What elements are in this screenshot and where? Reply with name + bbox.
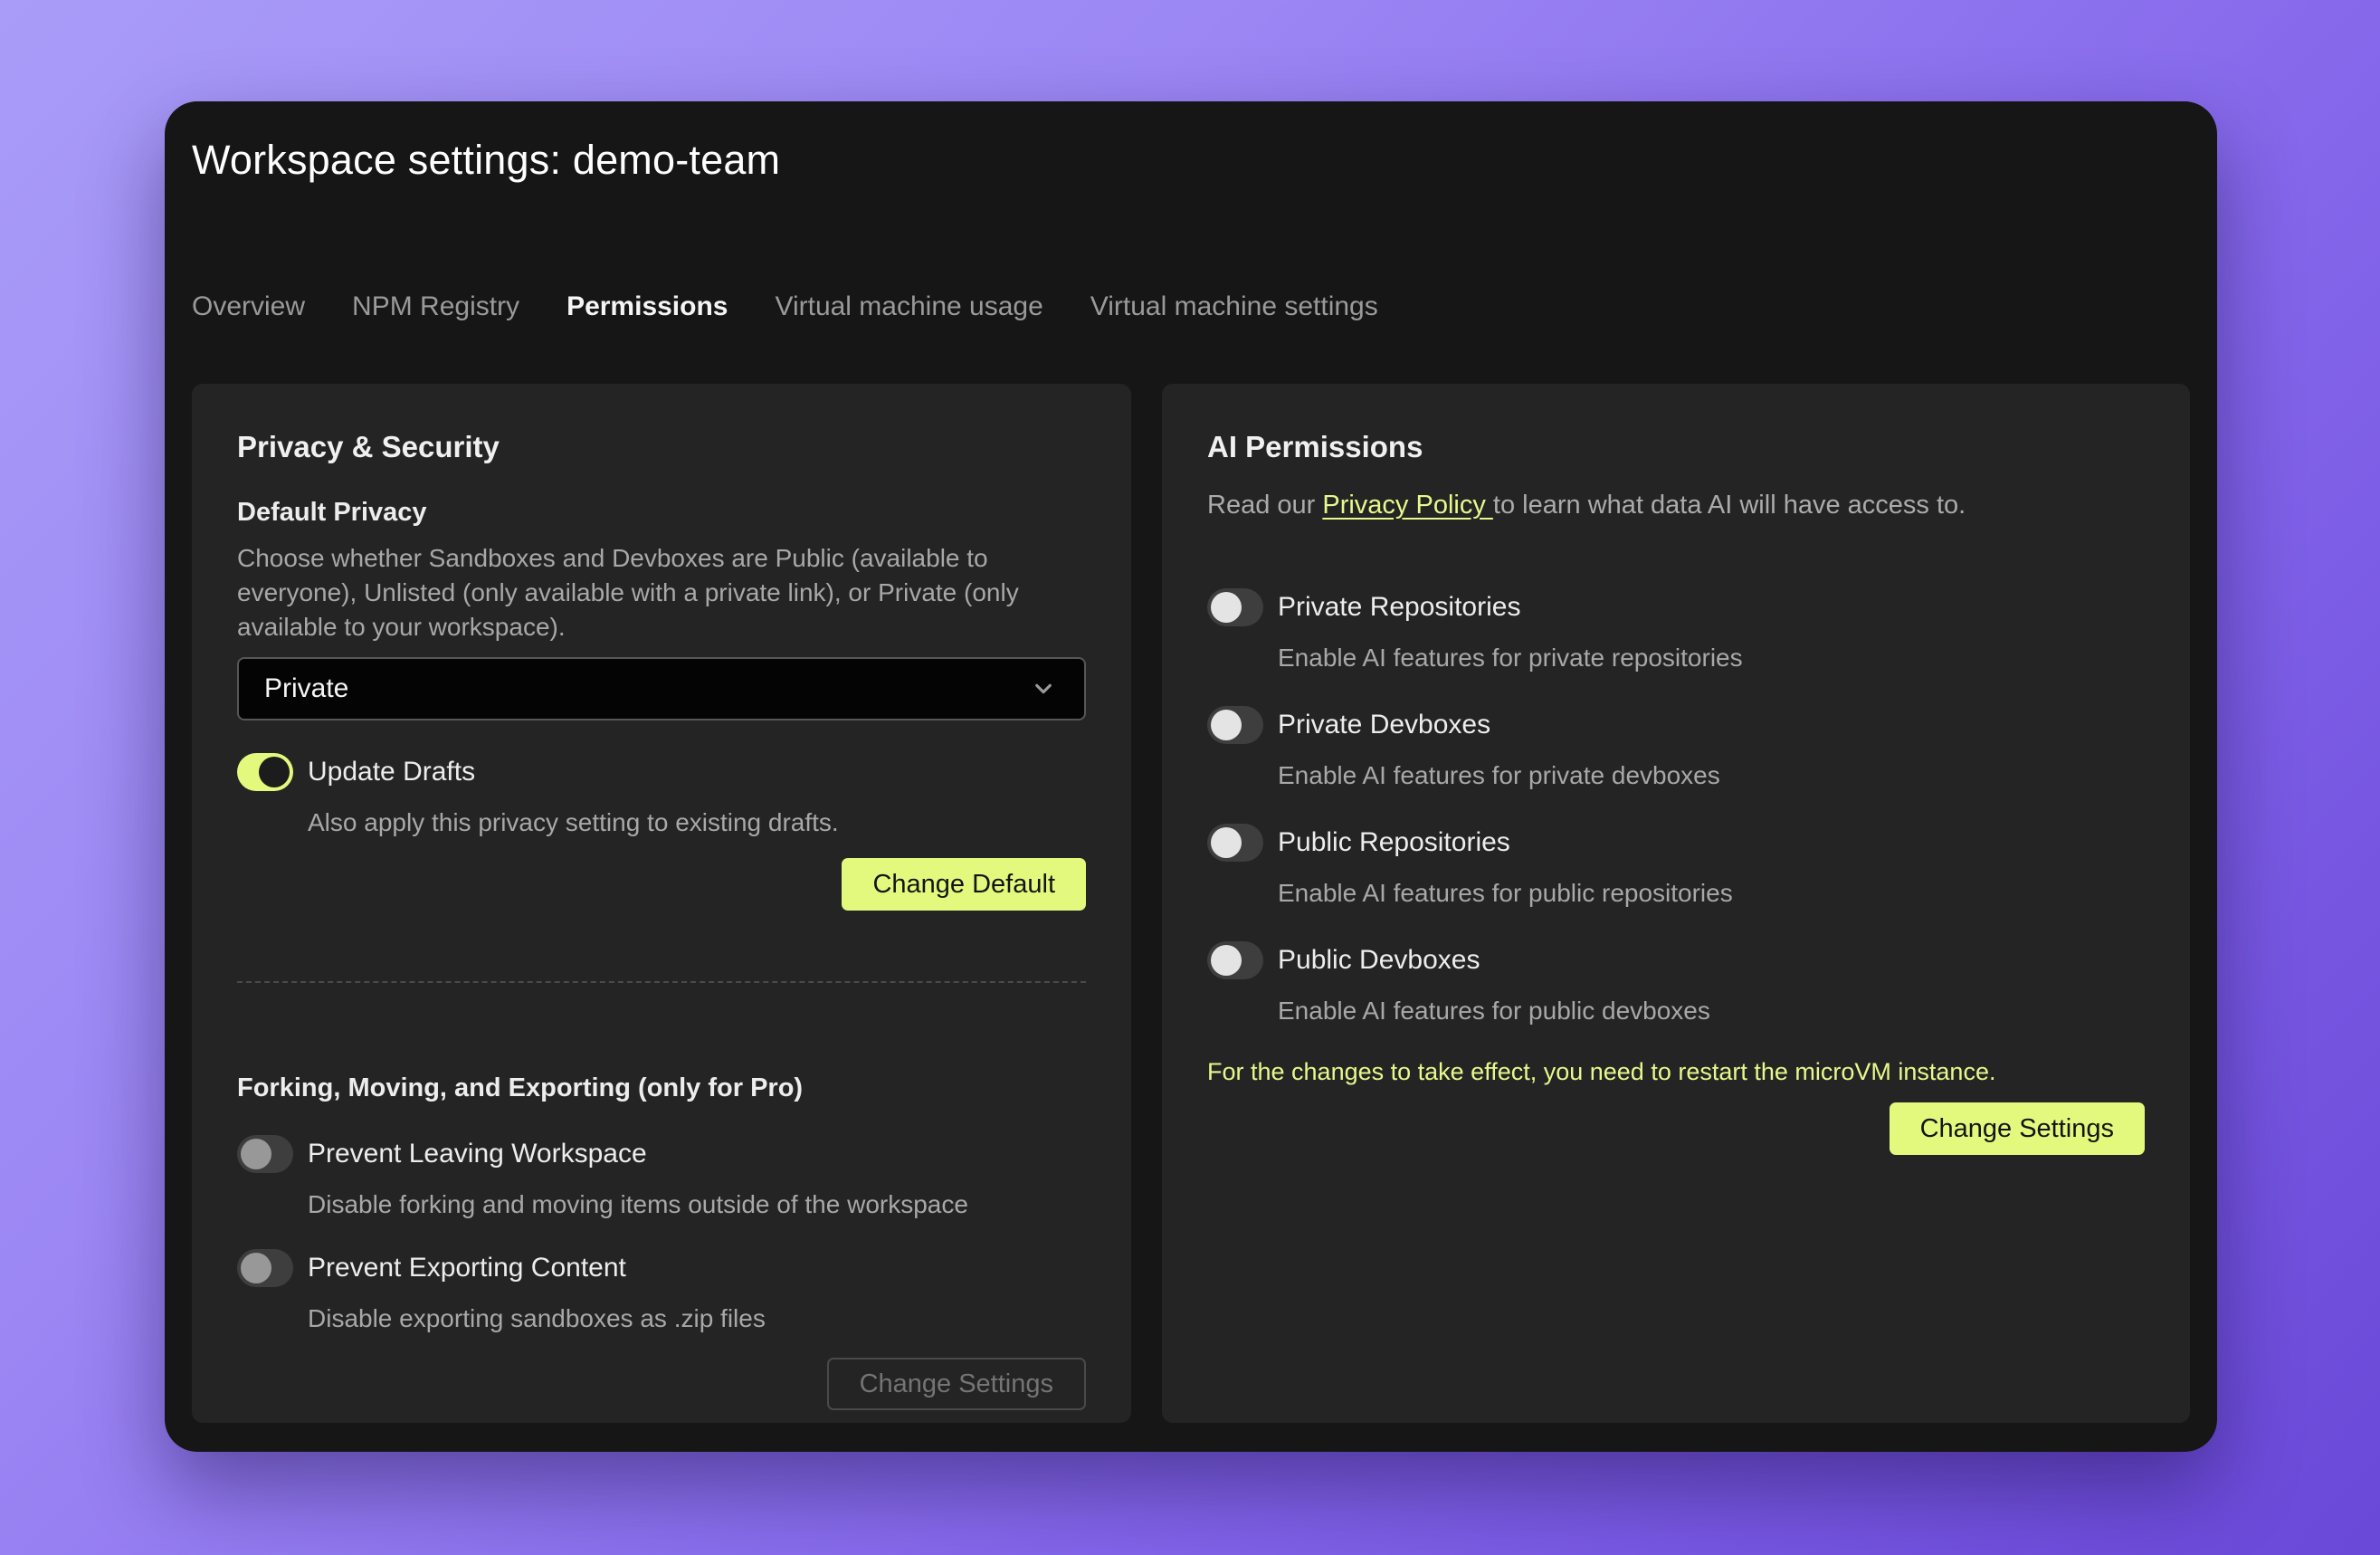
- prevent-exporting-content-toggle[interactable]: [237, 1249, 293, 1287]
- toggle-knob: [241, 1139, 271, 1169]
- prevent-leaving-workspace-toggle[interactable]: [237, 1135, 293, 1173]
- change-default-row: Change Default: [237, 858, 1086, 911]
- forking-change-settings-row: Change Settings: [237, 1358, 1086, 1410]
- ai-change-settings-row: Change Settings: [1207, 1102, 2145, 1155]
- public-devboxes-row: Public Devboxes: [1207, 941, 2145, 979]
- prevent-exporting-row: Prevent Exporting Content: [237, 1249, 1086, 1287]
- default-privacy-select[interactable]: Private: [237, 657, 1086, 720]
- toggle-knob: [1211, 592, 1242, 623]
- ai-change-settings-button[interactable]: Change Settings: [1890, 1102, 2145, 1155]
- chevron-down-icon: [1028, 673, 1059, 704]
- update-drafts-toggle[interactable]: [237, 753, 293, 791]
- default-privacy-description: Choose whether Sandboxes and Devboxes ar…: [237, 541, 1086, 644]
- public-repositories-description: Enable AI features for public repositori…: [1278, 876, 2145, 911]
- public-devboxes-label: Public Devboxes: [1278, 943, 1480, 978]
- change-default-button[interactable]: Change Default: [842, 858, 1086, 911]
- tab-virtual-machine-settings[interactable]: Virtual machine settings: [1090, 290, 1378, 324]
- private-devboxes-label: Private Devboxes: [1278, 708, 1490, 742]
- private-devboxes-description: Enable AI features for private devboxes: [1278, 758, 2145, 793]
- prevent-leaving-workspace-label: Prevent Leaving Workspace: [308, 1137, 647, 1171]
- privacy-security-card: Privacy & Security Default Privacy Choos…: [192, 384, 1131, 1423]
- ai-intro-suffix: to learn what data AI will have access t…: [1493, 491, 1966, 520]
- private-devboxes-toggle[interactable]: [1207, 706, 1263, 744]
- prevent-exporting-content-label: Prevent Exporting Content: [308, 1251, 626, 1285]
- public-devboxes-toggle[interactable]: [1207, 941, 1263, 979]
- workspace-settings-modal: Workspace settings: demo-team Overview N…: [165, 101, 2217, 1452]
- page-title: Workspace settings: demo-team: [192, 101, 2190, 185]
- forking-heading: Forking, Moving, and Exporting (only for…: [237, 1072, 1086, 1104]
- private-repositories-row: Private Repositories: [1207, 588, 2145, 626]
- prevent-leaving-row: Prevent Leaving Workspace: [237, 1135, 1086, 1173]
- tab-virtual-machine-usage[interactable]: Virtual machine usage: [775, 290, 1042, 324]
- settings-tabs: Overview NPM Registry Permissions Virtua…: [192, 290, 2190, 324]
- forking-change-settings-button[interactable]: Change Settings: [827, 1358, 1086, 1410]
- ai-intro-prefix: Read our: [1207, 491, 1322, 520]
- private-repositories-description: Enable AI features for private repositor…: [1278, 641, 2145, 675]
- restart-microvm-note: For the changes to take effect, you need…: [1207, 1057, 2145, 1086]
- toggle-knob: [241, 1253, 271, 1283]
- update-drafts-row: Update Drafts: [237, 753, 1086, 791]
- private-repositories-label: Private Repositories: [1278, 590, 1520, 625]
- ai-card-title: AI Permissions: [1207, 429, 2145, 465]
- public-repositories-toggle[interactable]: [1207, 824, 1263, 862]
- settings-cards: Privacy & Security Default Privacy Choos…: [192, 384, 2190, 1423]
- update-drafts-description: Also apply this privacy setting to exist…: [308, 806, 1086, 840]
- prevent-exporting-content-description: Disable exporting sandboxes as .zip file…: [308, 1302, 1086, 1336]
- update-drafts-label: Update Drafts: [308, 755, 475, 789]
- privacy-policy-link[interactable]: Privacy Policy: [1322, 491, 1493, 520]
- toggle-knob: [1211, 827, 1242, 858]
- public-devboxes-description: Enable AI features for public devboxes: [1278, 994, 2145, 1028]
- ai-permissions-card: AI Permissions Read our Privacy Policy t…: [1162, 384, 2190, 1423]
- default-privacy-select-value: Private: [264, 673, 348, 704]
- public-repositories-row: Public Repositories: [1207, 824, 2145, 862]
- toggle-knob: [259, 757, 290, 787]
- privacy-card-title: Privacy & Security: [237, 429, 1086, 465]
- tab-permissions[interactable]: Permissions: [566, 290, 728, 324]
- private-repositories-toggle[interactable]: [1207, 588, 1263, 626]
- section-divider: [237, 981, 1086, 983]
- prevent-leaving-workspace-description: Disable forking and moving items outside…: [308, 1188, 1086, 1222]
- tab-npm-registry[interactable]: NPM Registry: [352, 290, 519, 324]
- toggle-knob: [1211, 710, 1242, 740]
- default-privacy-heading: Default Privacy: [237, 496, 1086, 529]
- tab-overview[interactable]: Overview: [192, 290, 305, 324]
- public-repositories-label: Public Repositories: [1278, 825, 1510, 860]
- private-devboxes-row: Private Devboxes: [1207, 706, 2145, 744]
- ai-intro-text: Read our Privacy Policy to learn what da…: [1207, 489, 2145, 521]
- toggle-knob: [1211, 945, 1242, 976]
